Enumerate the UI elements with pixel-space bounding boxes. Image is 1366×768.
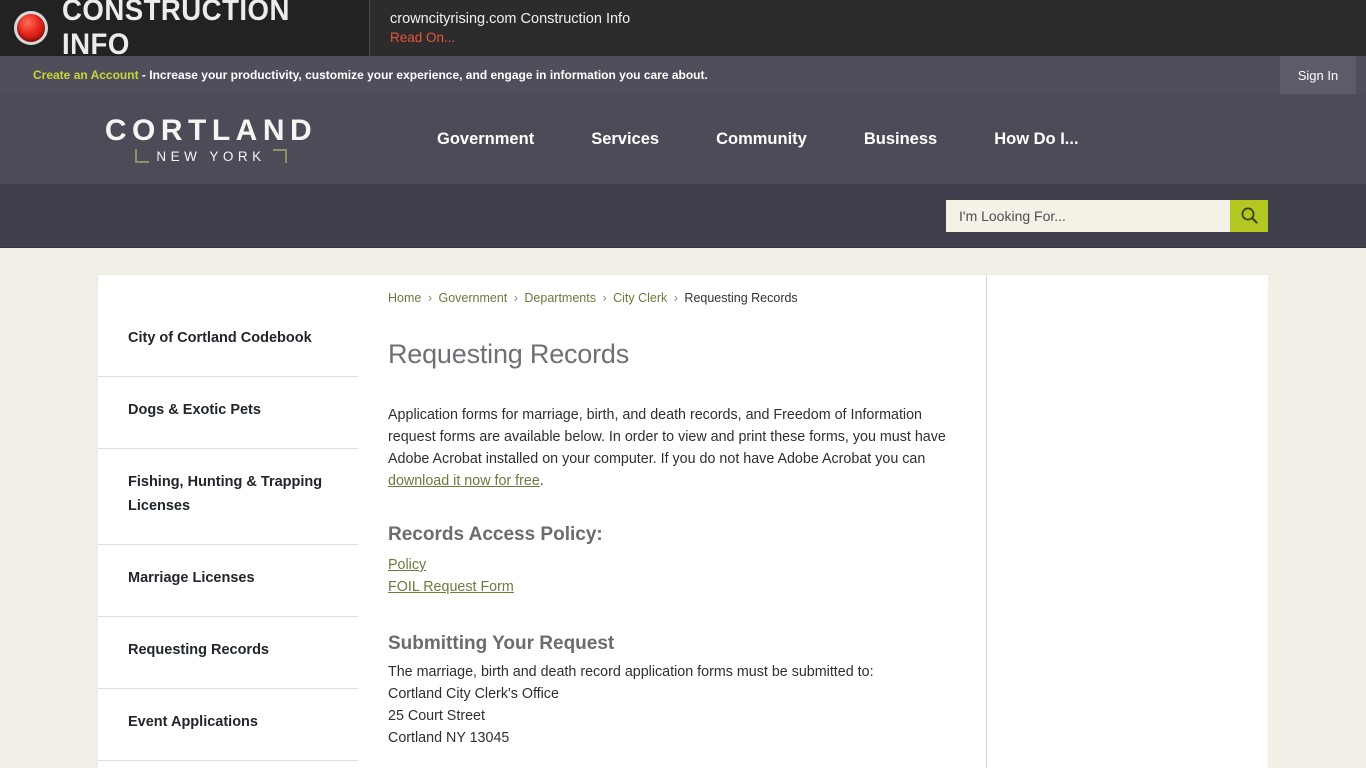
records-access-policy-heading: Records Access Policy: — [388, 524, 603, 545]
policy-link-row: Policy — [388, 554, 946, 576]
submitting-request-heading: Submitting Your Request — [388, 633, 615, 654]
right-column — [987, 275, 1268, 768]
search-band — [0, 184, 1366, 248]
sidebar-item-event-applications[interactable]: Event Applications — [98, 689, 358, 761]
construction-alert-bar: CONSTRUCTION INFO crowncityrising.com Co… — [0, 0, 1366, 61]
alert-read-on-link[interactable]: Read On... — [390, 29, 1366, 47]
site-masthead: CORTLAND NEW YORK Government Services Co… — [0, 94, 1366, 184]
address-line-office: Cortland City Clerk's Office — [388, 686, 559, 702]
nav-item-services[interactable]: Services — [591, 130, 659, 149]
breadcrumb-item-home[interactable]: Home — [388, 291, 421, 305]
logo-subtitle-row: NEW YORK — [95, 149, 327, 164]
sidebar-item-requesting-records[interactable]: Requesting Records — [98, 617, 358, 689]
account-bar-tagline: - Increase your productivity, customize … — [138, 68, 708, 82]
main-content: Home › Government › Departments › City C… — [358, 275, 987, 768]
breadcrumb-item-departments[interactable]: Departments — [524, 291, 596, 305]
search-icon — [1241, 207, 1258, 224]
bracket-right-icon — [272, 149, 287, 163]
sidebar-item-codebook[interactable]: City of Cortland Codebook — [98, 305, 358, 377]
nav-item-business[interactable]: Business — [864, 130, 937, 149]
address-line-city-state-zip: Cortland NY 13045 — [388, 730, 510, 746]
search-input[interactable] — [946, 199, 1230, 232]
breadcrumb-item-current: Requesting Records — [684, 291, 798, 305]
sidebar-item-label: City of Cortland Codebook — [128, 330, 312, 346]
breadcrumb-separator: › — [602, 291, 607, 305]
cortland-logo[interactable]: CORTLAND NEW YORK — [95, 113, 327, 164]
main-navigation: Government Services Community Business H… — [437, 130, 1079, 149]
sidebar-item-label: Fishing, Hunting & Trapping Licenses — [128, 474, 323, 514]
account-bar-text: Create an Account - Increase your produc… — [0, 68, 708, 82]
intro-text-part1: Application forms for marriage, birth, a… — [388, 407, 946, 467]
sign-in-button[interactable]: Sign In — [1280, 56, 1356, 94]
breadcrumb-separator: › — [427, 291, 432, 305]
logo-city-name: CORTLAND — [104, 113, 318, 147]
alert-badge-label: CONSTRUCTION INFO — [62, 0, 290, 61]
submitting-intro-text: The marriage, birth and death record app… — [388, 664, 874, 680]
sidebar-item-label: Requesting Records — [128, 642, 269, 658]
intro-paragraph: Application forms for marriage, birth, a… — [388, 404, 946, 492]
page-body: City of Cortland Codebook Dogs & Exotic … — [0, 248, 1366, 768]
sidebar-item-label: Event Applications — [128, 714, 258, 730]
nav-item-how-do-i[interactable]: How Do I... — [994, 130, 1078, 149]
breadcrumb-separator: › — [673, 291, 678, 305]
account-bar: Create an Account - Increase your produc… — [0, 56, 1366, 94]
alert-headline: crowncityrising.com Construction Info — [390, 10, 631, 27]
breadcrumb-item-government[interactable]: Government — [438, 291, 507, 305]
nav-item-government[interactable]: Government — [437, 130, 534, 149]
foil-request-form-link[interactable]: FOIL Request Form — [388, 579, 514, 595]
alert-message: crowncityrising.com Construction Info Re… — [370, 0, 1366, 56]
search-button[interactable] — [1230, 199, 1268, 232]
nav-item-community[interactable]: Community — [716, 130, 807, 149]
red-alert-dot-icon — [14, 11, 48, 45]
acrobat-download-link[interactable]: download it now for free — [388, 473, 540, 489]
create-account-link[interactable]: Create an Account — [33, 68, 139, 82]
breadcrumb: Home › Government › Departments › City C… — [388, 291, 946, 305]
foil-link-row: FOIL Request Form — [388, 576, 946, 598]
sidebar-item-dogs-exotic-pets[interactable]: Dogs & Exotic Pets — [98, 377, 358, 449]
sidebar-item-marriage-licenses[interactable]: Marriage Licenses — [98, 545, 358, 617]
content-card: City of Cortland Codebook Dogs & Exotic … — [98, 275, 1268, 768]
section-sidebar: City of Cortland Codebook Dogs & Exotic … — [98, 275, 358, 768]
address-line-street: 25 Court Street — [388, 708, 485, 724]
sidebar-item-fishing-hunting-trapping[interactable]: Fishing, Hunting & Trapping Licenses — [98, 449, 358, 545]
breadcrumb-item-city-clerk[interactable]: City Clerk — [613, 291, 667, 305]
sidebar-item-label: Dogs & Exotic Pets — [128, 402, 261, 418]
bracket-left-icon — [135, 149, 150, 163]
intro-text-part2: . — [539, 473, 544, 489]
page-title: Requesting Records — [388, 339, 630, 369]
breadcrumb-separator: › — [513, 291, 518, 305]
sidebar-item-label: Marriage Licenses — [128, 570, 255, 586]
policy-link[interactable]: Policy — [388, 557, 426, 573]
alert-badge: CONSTRUCTION INFO — [0, 0, 370, 61]
site-search — [946, 199, 1268, 232]
logo-state-name: NEW YORK — [156, 148, 266, 164]
